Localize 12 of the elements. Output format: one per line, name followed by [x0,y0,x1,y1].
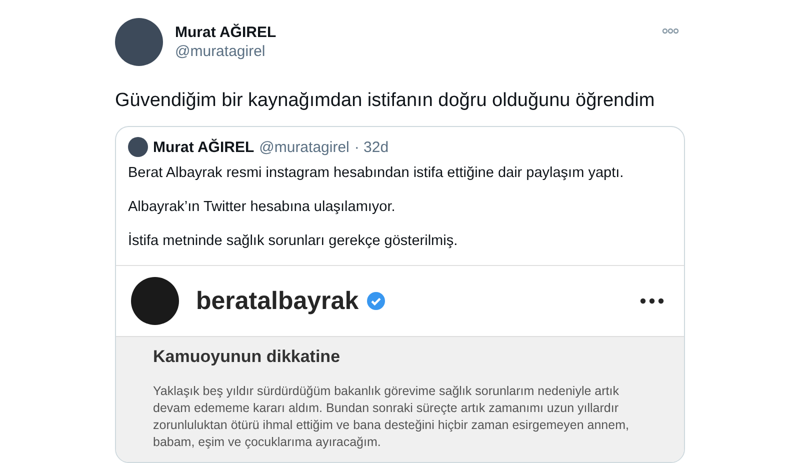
quoted-tweet-text: İstifa metninde sağlık sorunları gerekçe gösterilmiş. [128,233,459,249]
username: beratalbayrak [196,286,359,316]
post-heading: Kamuoyunun dikkatine [153,347,342,367]
timestamp: · 32d [354,138,389,156]
author-name: Murat AĞIREL [175,24,278,41]
author-name: Murat AĞIREL [153,138,254,156]
post-text: Yaklaşık beş yıldır sürdürdüğüm bakanlık görevime sağlık sorunlarım nedeniyle artık devam edememe kararı aldım. Bundan sonraki süreçte artık zamanımı uzun yıllardır zorunluluktan ötürü ihmal ettiğim ve bana desteğini hiçbir zaman esirgemeyen annem, babam, eşim ve çocuklarıma ayıracağım. [153,383,630,451]
author-handle: @muratagirel [175,43,266,60]
tweet-text: Güvendiğim bir kaynağımdan istifanın doğru olduğunu öğrendim [115,90,656,112]
author-handle: @muratagirel [259,138,350,156]
quoted-tweet-text: Albayrak’ın Twitter hesabına ulaşılamıyor. [128,199,396,215]
quoted-tweet-text: Berat Albayrak resmi instagram hesabından istifa ettiğine dair paylaşım yaptı. [128,165,625,181]
